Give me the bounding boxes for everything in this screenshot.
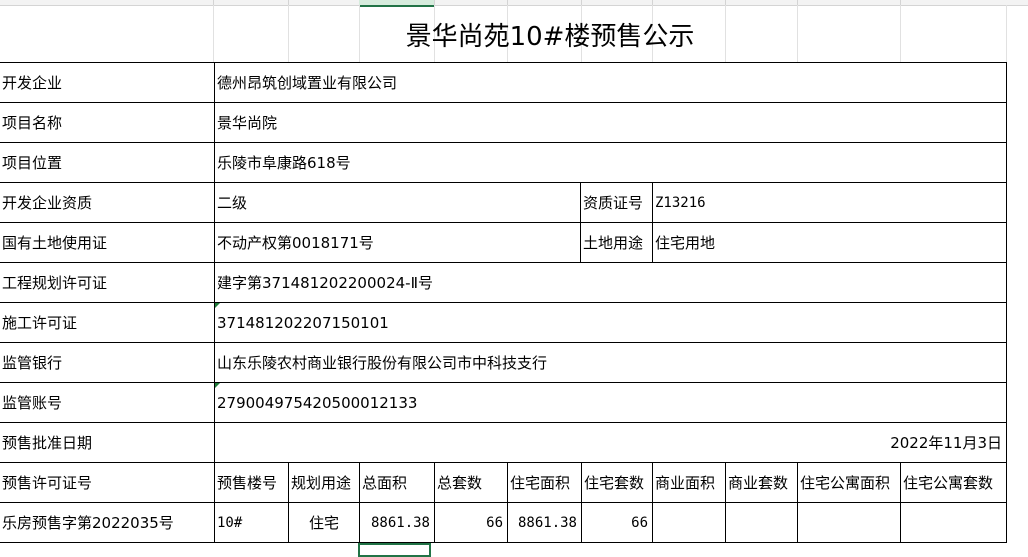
label-planning-permit[interactable]: 工程规划许可证 <box>0 275 214 291</box>
cell-total-units[interactable]: 66 <box>435 515 507 531</box>
cell-presale-building-no[interactable]: 10# <box>215 515 288 531</box>
label-developer[interactable]: 开发企业 <box>0 75 214 91</box>
cell-residential-units[interactable]: 66 <box>582 515 652 531</box>
header-commercial-area[interactable]: 商业面积 <box>653 475 725 491</box>
label-presale-approval-date[interactable]: 预售批准日期 <box>0 435 214 451</box>
header-apartment-units[interactable]: 住宅公寓套数 <box>901 475 1006 491</box>
header-presale-building-no[interactable]: 预售楼号 <box>215 475 288 491</box>
label-project-name[interactable]: 项目名称 <box>0 115 214 131</box>
header-total-area[interactable]: 总面积 <box>360 475 434 491</box>
label-land-use-cert[interactable]: 国有土地使用证 <box>0 235 214 251</box>
header-residential-units[interactable]: 住宅套数 <box>582 475 652 491</box>
value-developer[interactable]: 德州昂筑创域置业有限公司 <box>215 75 1005 91</box>
label-supervising-bank[interactable]: 监管银行 <box>0 355 214 371</box>
header-planned-use[interactable]: 规划用途 <box>289 475 359 491</box>
label-supervising-account[interactable]: 监管账号 <box>0 395 214 411</box>
value-planning-permit[interactable]: 建字第371481202200024-Ⅱ号 <box>215 275 1005 291</box>
value-construction-permit[interactable]: 371481202207150101 <box>215 315 1005 331</box>
value-land-use-cert[interactable]: 不动产权第0018171号 <box>215 235 579 251</box>
label-project-location[interactable]: 项目位置 <box>0 155 214 171</box>
value-qualification-cert-no[interactable]: Z13216 <box>653 195 1005 211</box>
cell-residential-area[interactable]: 8861.38 <box>508 515 581 531</box>
header-residential-area[interactable]: 住宅面积 <box>508 475 581 491</box>
label-developer-qualification[interactable]: 开发企业资质 <box>0 195 214 211</box>
cell-total-area[interactable]: 8861.38 <box>360 515 434 531</box>
label-qualification-cert-no[interactable]: 资质证号 <box>581 195 652 211</box>
cell-presale-license-no[interactable]: 乐房预售字第2022035号 <box>0 515 214 531</box>
value-project-location[interactable]: 乐陵市阜康路618号 <box>215 155 1005 171</box>
value-presale-approval-date[interactable]: 2022年11月3日 <box>215 435 1006 451</box>
value-supervising-account[interactable]: 279004975420500012133 <box>215 395 1005 411</box>
cell-planned-use[interactable]: 住宅 <box>289 515 359 531</box>
label-construction-permit[interactable]: 施工许可证 <box>0 315 214 331</box>
label-land-use[interactable]: 土地用途 <box>581 235 652 251</box>
value-developer-qualification[interactable]: 二级 <box>215 195 579 211</box>
value-project-name[interactable]: 景华尚院 <box>215 115 1005 131</box>
header-commercial-units[interactable]: 商业套数 <box>726 475 797 491</box>
column-header-bar <box>0 0 1028 7</box>
header-presale-license-no[interactable]: 预售许可证号 <box>0 475 214 491</box>
number-as-text-indicator <box>215 303 220 308</box>
header-apartment-area[interactable]: 住宅公寓面积 <box>798 475 900 491</box>
value-supervising-bank[interactable]: 山东乐陵农村商业银行股份有限公司市中科技支行 <box>215 355 1005 371</box>
value-land-use[interactable]: 住宅用地 <box>653 235 1005 251</box>
number-as-text-indicator <box>215 383 220 388</box>
sheet-title[interactable]: 景华尚苑10#楼预售公示 <box>360 17 740 57</box>
header-total-units[interactable]: 总套数 <box>435 475 507 491</box>
